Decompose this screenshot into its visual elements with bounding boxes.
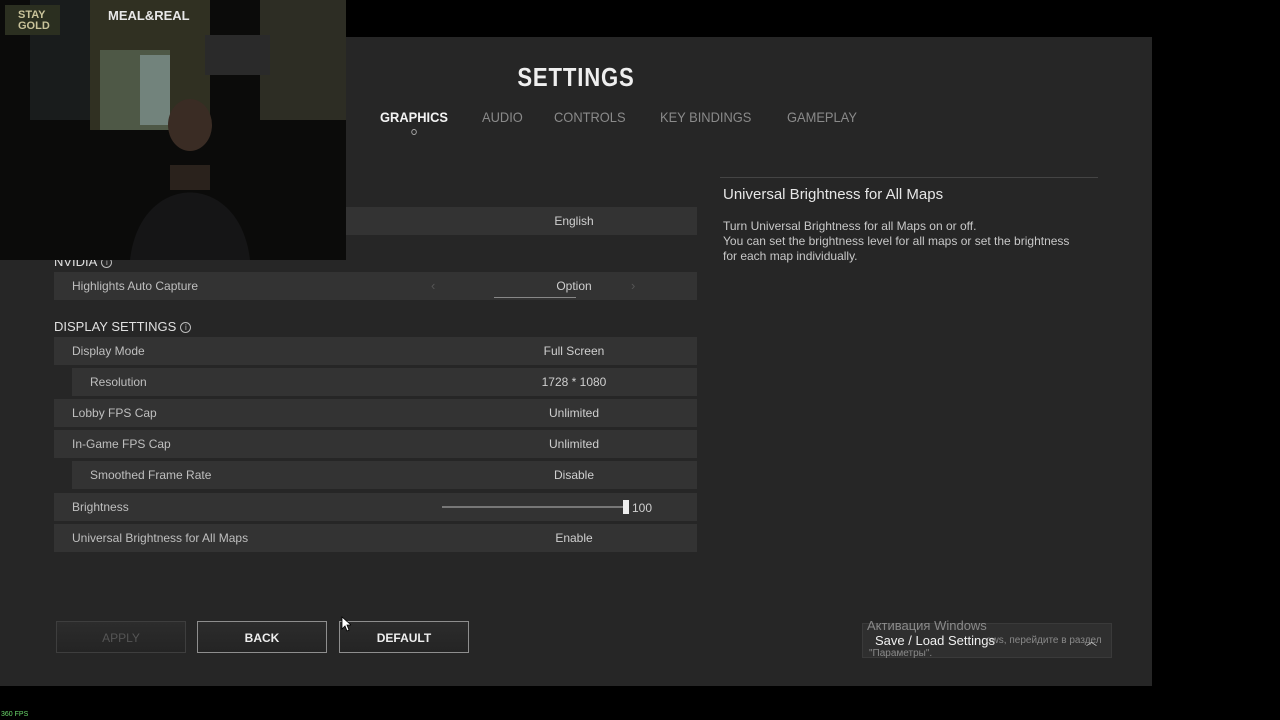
display-section-title: DISPLAY SETTINGS i [54, 319, 192, 334]
tab-graphics[interactable]: GRAPHICS [380, 109, 448, 125]
detail-title: Universal Brightness for All Maps [723, 186, 944, 203]
windows-activation-line: ows, перейдите в раздел [986, 635, 1102, 646]
setting-value: Unlimited [548, 406, 599, 420]
windows-activation-title: Активация Windows [867, 618, 987, 633]
back-button[interactable]: BACK [197, 621, 327, 653]
setting-label: Resolution [90, 375, 147, 389]
windows-activation-line: "Параметры". [869, 648, 933, 659]
tab-key-bindings[interactable]: KEY BINDINGS [660, 109, 751, 125]
brightness-value: 100 [632, 501, 653, 515]
settings-tabs: GRAPHICS AUDIO CONTROLS KEY BINDINGS GAM… [380, 109, 891, 125]
tab-audio[interactable]: AUDIO [482, 109, 523, 125]
save-load-label: Save / Load Settings [875, 633, 995, 648]
setting-label: Smoothed Frame Rate [90, 468, 212, 482]
brightness-slider-thumb[interactable] [623, 500, 629, 514]
chevron-right-icon[interactable]: › [631, 278, 635, 293]
default-button[interactable]: DEFAULT [339, 621, 469, 653]
webcam-overlay: STAY GOLD MEAL&REAL [0, 0, 346, 260]
webcam-scene [0, 0, 346, 260]
apply-button[interactable]: APPLY [56, 621, 186, 653]
highlights-label: Highlights Auto Capture [72, 279, 199, 293]
display-section-label: DISPLAY SETTINGS [54, 319, 177, 334]
option-underline [494, 297, 576, 298]
setting-value: Full Screen [543, 344, 605, 358]
lobby-fps-cap-row[interactable]: Lobby FPS Cap Unlimited [54, 399, 697, 427]
info-icon[interactable]: i [180, 322, 192, 333]
universal-brightness-row[interactable]: Universal Brightness for All Maps Enable [54, 524, 697, 552]
setting-value: Disable [553, 468, 595, 482]
language-value: English [554, 214, 594, 228]
setting-value: 1728 * 1080 [541, 375, 607, 389]
detail-divider [720, 177, 1098, 178]
brightness-slider-track[interactable] [442, 506, 627, 508]
smoothed-frame-rate-row[interactable]: Smoothed Frame Rate Disable [72, 461, 697, 489]
setting-label: Universal Brightness for All Maps [72, 531, 249, 545]
setting-value: Unlimited [548, 437, 599, 451]
fps-counter: 360 FPS [1, 711, 29, 718]
webcam-sign-meal-real: MEAL&REAL [108, 8, 190, 23]
brightness-row[interactable]: Brightness 100 [54, 493, 697, 521]
detail-line: You can set the brightness level for all… [723, 234, 1070, 263]
setting-label: Brightness [72, 500, 129, 514]
tab-controls[interactable]: CONTROLS [554, 109, 626, 125]
highlights-value: Option [556, 279, 592, 293]
setting-label: In-Game FPS Cap [72, 437, 171, 451]
in-game-fps-cap-row[interactable]: In-Game FPS Cap Unlimited [54, 430, 697, 458]
setting-value: Enable [555, 531, 593, 545]
highlights-auto-capture-row[interactable]: Highlights Auto Capture ‹ Option › [54, 272, 697, 300]
detail-description: Turn Universal Brightness for all Maps o… [723, 219, 1083, 264]
chevron-left-icon[interactable]: ‹ [431, 278, 435, 293]
resolution-row[interactable]: Resolution 1728 * 1080 [72, 368, 697, 396]
setting-label: Display Mode [72, 344, 145, 358]
webcam-sign-stay-gold: STAY GOLD [18, 9, 50, 32]
setting-label: Lobby FPS Cap [72, 406, 157, 420]
detail-line: Turn Universal Brightness for all Maps o… [723, 219, 977, 233]
mouse-cursor-icon [341, 616, 351, 632]
tab-gameplay[interactable]: GAMEPLAY [787, 109, 857, 125]
display-mode-row[interactable]: Display Mode Full Screen [54, 337, 697, 365]
